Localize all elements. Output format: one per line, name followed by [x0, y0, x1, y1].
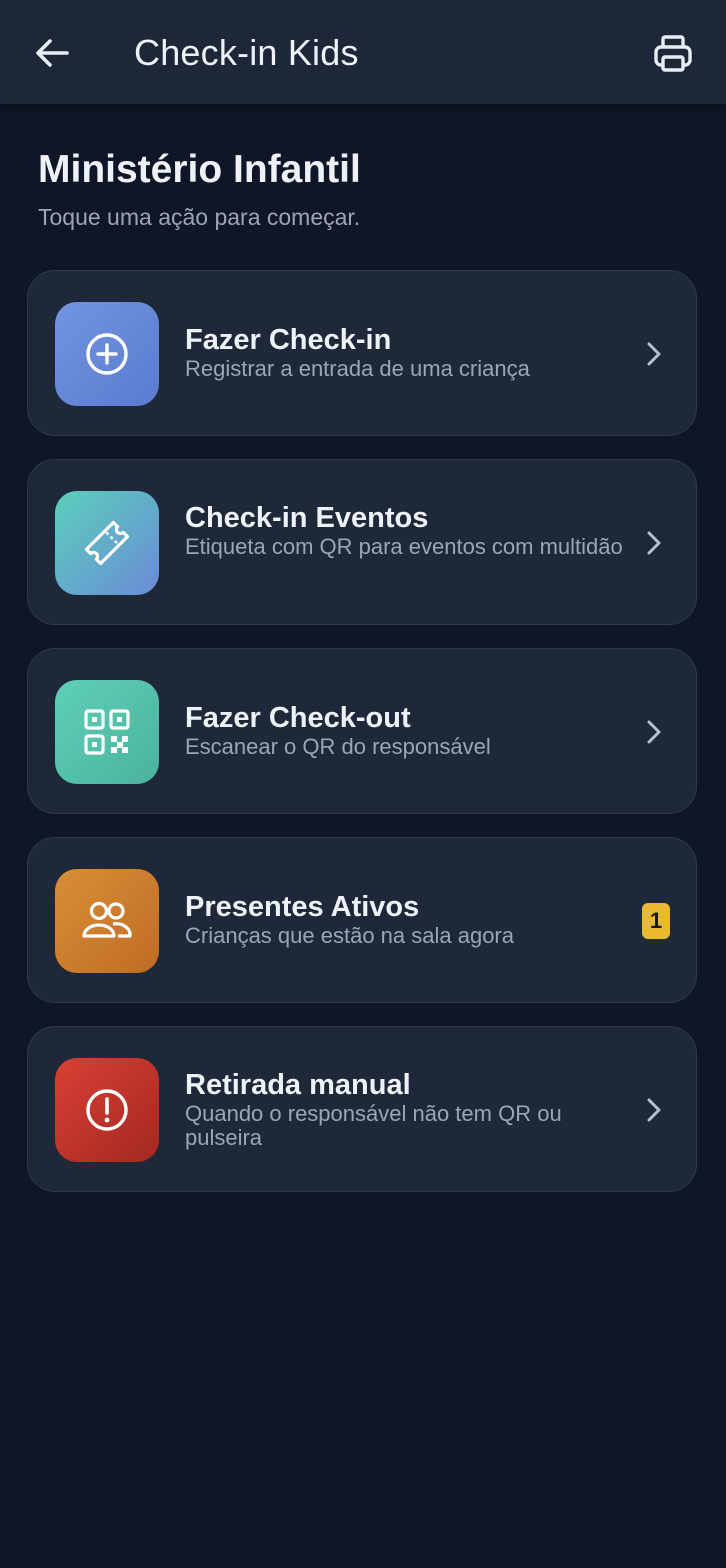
- events-tile: [55, 491, 159, 595]
- card-description: Quando o responsável não tem QR ou pulse…: [185, 1101, 562, 1150]
- present-tile: [55, 869, 159, 973]
- card-description: Crianças que estão na sala agora: [185, 923, 514, 948]
- users-icon: [82, 901, 132, 938]
- card-title: Presentes Ativos: [185, 891, 420, 923]
- card-text: Check-in Eventos Etiqueta com QR para ev…: [185, 501, 625, 559]
- page-subtitle: Toque uma ação para começar.: [38, 204, 361, 230]
- action-card-present[interactable]: Presentes Ativos Crianças que estão na s…: [27, 837, 697, 1003]
- alert-circle-icon: [86, 1089, 128, 1131]
- app-title: Check-in Kids: [134, 32, 359, 73]
- chevron-right-icon: [642, 526, 666, 560]
- action-card-checkout[interactable]: Fazer Check-out Escanear o QR do respons…: [27, 648, 697, 814]
- action-card-checkin[interactable]: Fazer Check-in Registrar a entrada de um…: [27, 270, 697, 436]
- card-description: Escanear o QR do responsável: [185, 734, 491, 759]
- plus-circle-icon: [86, 333, 128, 375]
- qr-code-icon: [84, 709, 130, 755]
- card-title: Retirada manual: [185, 1069, 411, 1101]
- checkout-tile: [55, 680, 159, 784]
- chevron-right-icon: [642, 715, 666, 749]
- page-title: Ministério Infantil: [38, 148, 361, 191]
- card-title: Check-in Eventos: [185, 502, 429, 534]
- card-text: Fazer Check-in Registrar a entrada de um…: [185, 323, 625, 381]
- chevron-right-icon: [642, 337, 666, 371]
- card-text: Fazer Check-out Escanear o QR do respons…: [185, 701, 625, 759]
- back-button[interactable]: [28, 30, 76, 76]
- arrow-left-icon: [36, 39, 69, 67]
- manual-pickup-tile: [55, 1058, 159, 1162]
- card-description: Registrar a entrada de uma criança: [185, 356, 530, 381]
- printer-icon: [654, 35, 692, 72]
- top-app-bar: Check-in Kids: [0, 0, 726, 104]
- action-card-events[interactable]: Check-in Eventos Etiqueta com QR para ev…: [27, 459, 697, 625]
- ticket-icon: [84, 520, 130, 566]
- action-card-manual-pickup[interactable]: Retirada manual Quando o responsável não…: [27, 1026, 697, 1192]
- card-text: Retirada manual Quando o responsável não…: [185, 1068, 625, 1150]
- checkin-tile: [55, 302, 159, 406]
- print-button[interactable]: [650, 30, 696, 76]
- card-description: Etiqueta com QR para eventos com multidã…: [185, 534, 623, 559]
- chevron-right-icon: [642, 1093, 666, 1127]
- count-badge: 1: [642, 903, 670, 939]
- card-title: Fazer Check-out: [185, 702, 411, 734]
- card-text: Presentes Ativos Crianças que estão na s…: [185, 890, 625, 948]
- card-title: Fazer Check-in: [185, 324, 392, 356]
